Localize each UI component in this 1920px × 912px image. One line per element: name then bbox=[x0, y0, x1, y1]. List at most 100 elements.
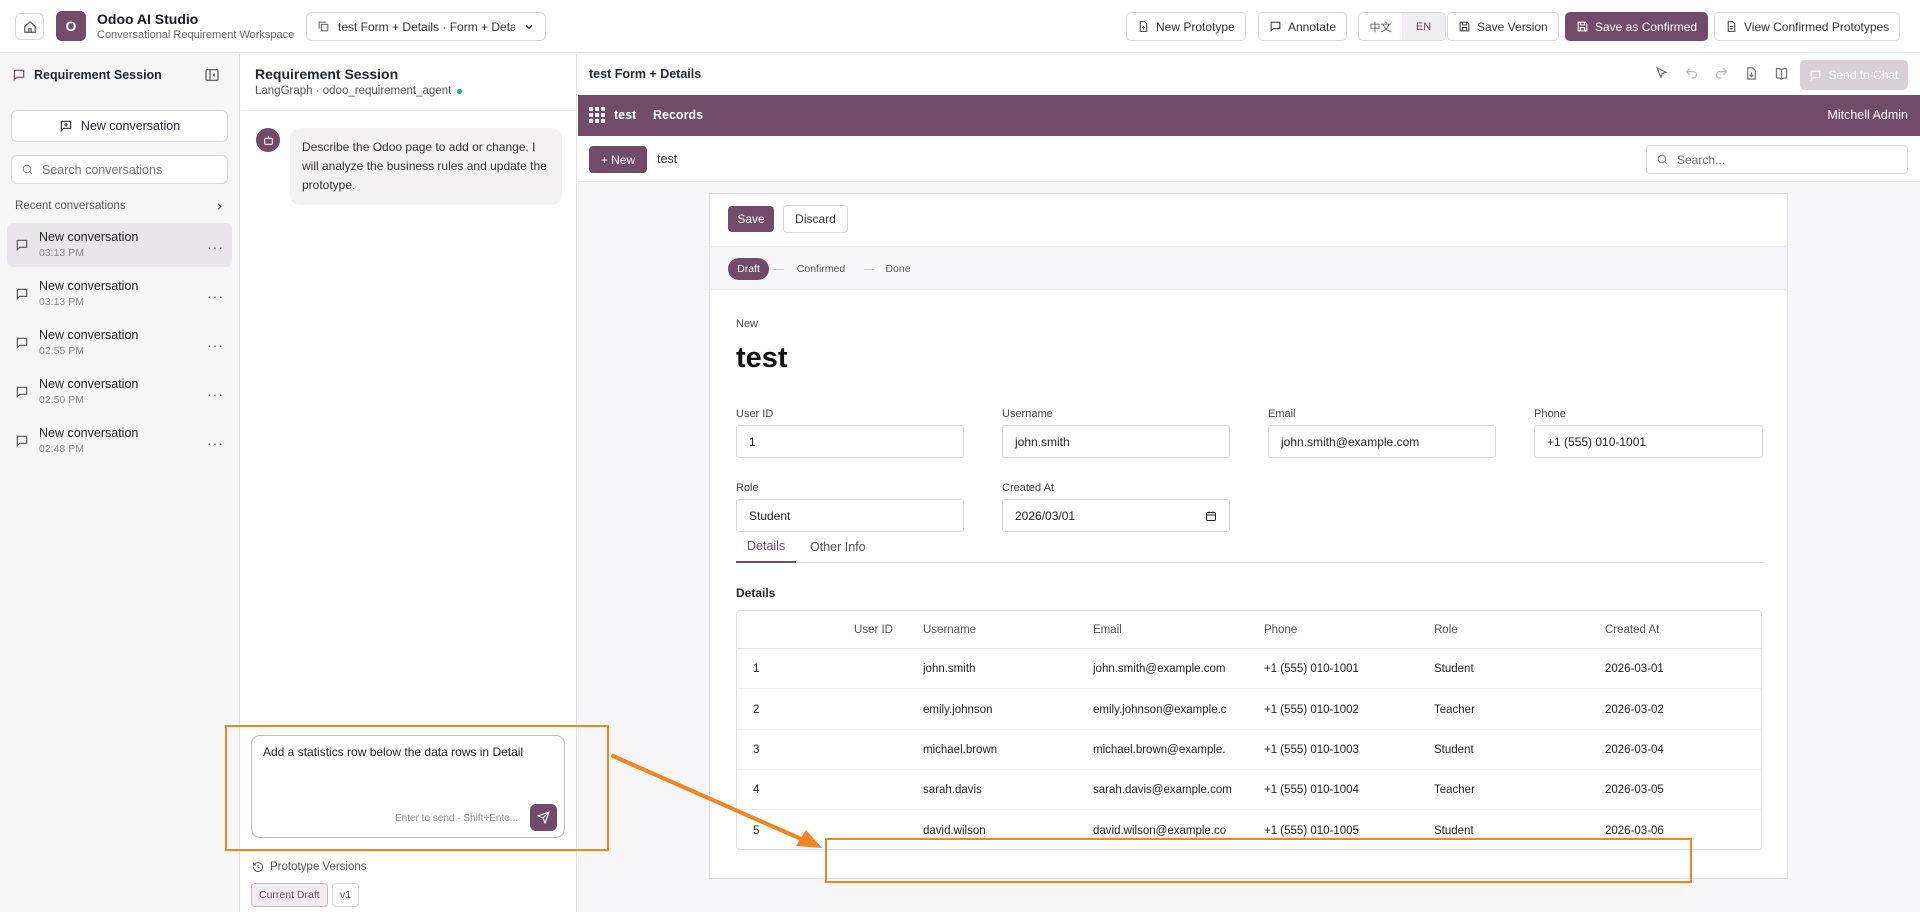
username-field[interactable]: john.smith bbox=[1002, 425, 1230, 458]
cell-phone: +1 (555) 010-1002 bbox=[1264, 703, 1359, 716]
save-as-confirmed-button[interactable]: Save as Confirmed bbox=[1565, 12, 1709, 41]
table-row[interactable]: 3 michael.brown michael.brown@example. +… bbox=[737, 730, 1761, 770]
new-conversation-button[interactable]: New conversation bbox=[11, 110, 228, 142]
more-options-icon[interactable]: ··· bbox=[207, 288, 224, 304]
cell-phone: +1 (555) 010-1004 bbox=[1264, 783, 1359, 796]
nav-user-menu[interactable]: Mitchell Admin bbox=[1827, 108, 1908, 122]
stage-draft[interactable]: Draft bbox=[728, 258, 769, 280]
user-id-label: User ID bbox=[736, 408, 774, 420]
cell-role: Teacher bbox=[1434, 703, 1475, 716]
preview-header: test Form + Details Send to Chat bbox=[578, 54, 1920, 95]
history-icon bbox=[253, 862, 263, 872]
more-options-icon[interactable]: ··· bbox=[207, 386, 224, 402]
tab-other-info[interactable]: Other Info bbox=[810, 530, 866, 563]
conversation-item[interactable]: New conversation 03:13 PM ··· bbox=[7, 272, 232, 316]
cell-email: michael.brown@example. bbox=[1093, 743, 1226, 756]
cursor-icon[interactable] bbox=[1654, 66, 1669, 81]
conversation-time: 02:55 PM bbox=[39, 345, 84, 357]
lang-zh-option[interactable]: 中文 bbox=[1359, 13, 1402, 40]
more-options-icon[interactable]: ··· bbox=[207, 239, 224, 255]
cell-role: Student bbox=[1434, 662, 1474, 675]
conversation-item[interactable]: New conversation 03:13 PM ··· bbox=[7, 223, 232, 267]
conversation-sidebar: Requirement Session New conversation Rec… bbox=[0, 54, 240, 912]
version-current-draft[interactable]: Current Draft bbox=[251, 883, 328, 907]
conversation-search-input[interactable] bbox=[42, 162, 212, 177]
username-label: Username bbox=[1002, 408, 1053, 420]
redo-icon[interactable] bbox=[1714, 66, 1729, 81]
search-icon bbox=[1657, 154, 1668, 165]
form-tabs: Details Other Info bbox=[736, 530, 1763, 563]
column-header-user-id[interactable]: User ID bbox=[737, 624, 893, 636]
chevron-right-icon bbox=[217, 202, 222, 210]
app-grid-icon[interactable] bbox=[589, 107, 605, 123]
version-v1[interactable]: v1 bbox=[332, 883, 360, 907]
odoo-new-button[interactable]: + New bbox=[589, 146, 647, 173]
chat-subtitle: LangGraph · odoo_requirement_agent bbox=[255, 85, 463, 97]
conversation-item[interactable]: New conversation 02:48 PM ··· bbox=[7, 419, 232, 463]
more-options-icon[interactable]: ··· bbox=[207, 337, 224, 353]
cell-user-id: 1 bbox=[753, 662, 760, 675]
column-header-phone[interactable]: Phone bbox=[1264, 624, 1297, 636]
cell-role: Student bbox=[1434, 825, 1474, 837]
prototype-versions-label: Prototype Versions bbox=[270, 861, 367, 873]
language-toggle: 中文 EN bbox=[1358, 12, 1446, 41]
column-header-created-at[interactable]: Created At bbox=[1605, 624, 1659, 636]
column-header-role[interactable]: Role bbox=[1434, 624, 1458, 636]
form-discard-button[interactable]: Discard bbox=[783, 205, 848, 233]
prototype-select[interactable]: test Form + Details · Form + Details bbox=[306, 12, 546, 41]
user-id-field[interactable]: 1 bbox=[736, 425, 964, 458]
search-icon bbox=[22, 164, 33, 175]
agent-name: LangGraph · odoo_requirement_agent bbox=[255, 85, 452, 97]
conversation-item[interactable]: New conversation 02:55 PM ··· bbox=[7, 321, 232, 365]
online-status-dot bbox=[457, 88, 463, 94]
annotate-button[interactable]: Annotate bbox=[1258, 12, 1348, 41]
odoo-search-input[interactable] bbox=[1677, 152, 1877, 167]
more-options-icon[interactable]: ··· bbox=[207, 435, 224, 451]
conversation-title: New conversation bbox=[39, 279, 139, 293]
column-header-email[interactable]: Email bbox=[1093, 624, 1122, 636]
stage-done[interactable]: Done bbox=[878, 258, 918, 280]
table-row[interactable]: 2 emily.johnson emily.johnson@example.c … bbox=[737, 690, 1761, 730]
role-field[interactable]: Student bbox=[736, 499, 964, 532]
cell-username: john.smith bbox=[923, 662, 976, 675]
nav-app-name[interactable]: test bbox=[614, 108, 636, 122]
form-save-button[interactable]: Save bbox=[728, 206, 774, 232]
cell-username: david.wilson bbox=[923, 825, 986, 837]
document-icon bbox=[1727, 21, 1736, 32]
book-icon[interactable] bbox=[1774, 66, 1789, 81]
nav-records-menu[interactable]: Records bbox=[653, 108, 703, 122]
undo-icon[interactable] bbox=[1684, 66, 1699, 81]
top-bar: O Odoo AI Studio Conversational Requirem… bbox=[0, 0, 1920, 53]
preview-title: test Form + Details bbox=[589, 67, 702, 81]
calendar-icon[interactable] bbox=[1205, 510, 1217, 522]
stage-confirmed[interactable]: Confirmed bbox=[790, 258, 852, 280]
tab-details[interactable]: Details bbox=[736, 530, 797, 563]
table-row[interactable]: 4 sarah.davis sarah.davis@example.com +1… bbox=[737, 770, 1761, 810]
save-version-button[interactable]: Save Version bbox=[1447, 12, 1559, 41]
comment-icon bbox=[1270, 21, 1281, 33]
created-at-field[interactable]: 2026/03/01 bbox=[1002, 499, 1230, 532]
cell-username: emily.johnson bbox=[923, 703, 993, 716]
recent-conversations-header[interactable]: Recent conversations bbox=[15, 200, 225, 212]
column-header-username[interactable]: Username bbox=[923, 624, 976, 636]
cell-username: sarah.davis bbox=[923, 783, 982, 796]
chat-icon bbox=[16, 239, 28, 252]
send-to-chat-button[interactable]: Send to Chat bbox=[1800, 60, 1908, 90]
annotation-box-target bbox=[825, 838, 1692, 883]
home-button[interactable] bbox=[15, 13, 44, 40]
home-icon bbox=[23, 20, 36, 33]
collapse-sidebar-button[interactable] bbox=[204, 67, 220, 83]
export-icon[interactable] bbox=[1744, 66, 1759, 81]
conversation-item[interactable]: New conversation 02:50 PM ··· bbox=[7, 370, 232, 414]
table-row[interactable]: 1 john.smith john.smith@example.com +1 (… bbox=[737, 649, 1761, 689]
view-confirmed-prototypes-button[interactable]: View Confirmed Prototypes bbox=[1714, 12, 1901, 41]
chat-title: Requirement Session bbox=[255, 66, 399, 82]
lang-en-option[interactable]: EN bbox=[1402, 13, 1445, 40]
email-field[interactable]: john.smith@example.com bbox=[1268, 425, 1496, 458]
cell-email: emily.johnson@example.c bbox=[1093, 703, 1227, 716]
new-prototype-button[interactable]: New Prototype bbox=[1126, 12, 1246, 41]
cell-created-at: 2026-03-06 bbox=[1605, 825, 1664, 837]
bot-message: Describe the Odoo page to add or change.… bbox=[290, 128, 562, 205]
phone-field[interactable]: +1 (555) 010-1001 bbox=[1534, 425, 1763, 458]
sidebar-title: Requirement Session bbox=[34, 68, 162, 82]
